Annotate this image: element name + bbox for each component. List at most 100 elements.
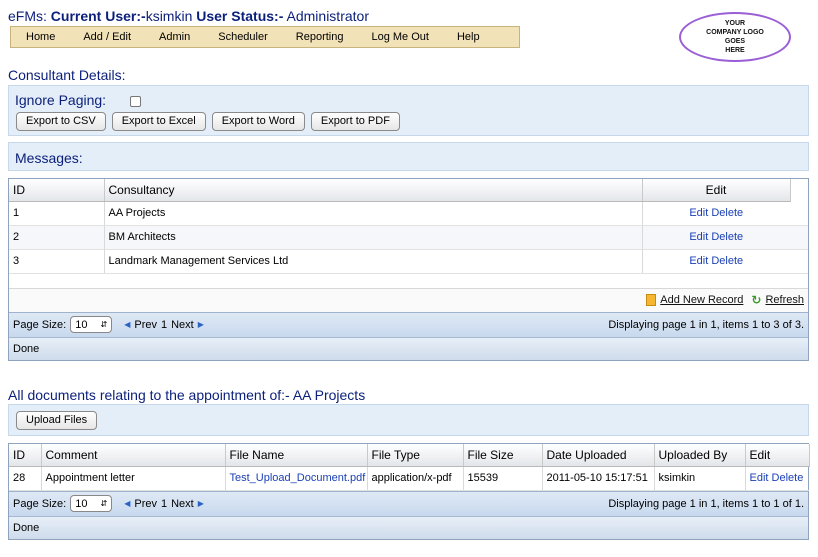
grid-spacer: [9, 273, 808, 288]
page-size-label: Page Size:: [13, 318, 67, 331]
page-size-value: 10: [75, 497, 88, 510]
delete-link[interactable]: Delete: [711, 231, 743, 243]
company-logo: YOUR COMPANY LOGO GOES HERE: [679, 12, 791, 62]
cell-file-type: application/x-pdf: [366, 466, 463, 491]
edit-link[interactable]: Edit: [689, 231, 708, 243]
export-excel-button[interactable]: Export to Excel: [111, 112, 206, 131]
cell-file-size: 15539: [462, 466, 542, 491]
col-header-consultancy[interactable]: Consultancy: [104, 179, 643, 202]
next-link[interactable]: Next: [171, 498, 194, 510]
page-size-select[interactable]: 10 ⇵: [70, 495, 113, 512]
table-row: 1 AA Projects Edit Delete: [9, 201, 808, 226]
prev-link[interactable]: Prev: [134, 319, 157, 331]
prev-arrow-icon: ◀: [124, 499, 131, 508]
menu-admin[interactable]: Admin: [145, 31, 204, 43]
menu-reporting[interactable]: Reporting: [282, 31, 358, 43]
page-size-select[interactable]: 10 ⇵: [70, 316, 113, 333]
messages-label: Messages:: [15, 150, 83, 166]
page-number[interactable]: 1: [161, 498, 167, 510]
export-csv-button[interactable]: Export to CSV: [16, 112, 106, 131]
page-size-value: 10: [75, 318, 88, 331]
col-header-id[interactable]: ID: [9, 444, 42, 467]
col-header-file-type[interactable]: File Type: [367, 444, 464, 467]
ignore-paging-checkbox[interactable]: [129, 95, 141, 107]
current-user: ksimkin: [145, 8, 193, 24]
cell-id: 28: [9, 466, 41, 491]
cell-file-name: Test_Upload_Document.pdf: [224, 466, 367, 491]
pager-info: Displaying page 1 in 1, items 1 to 3 of …: [608, 318, 804, 331]
logo-text-2: COMPANY LOGO: [706, 29, 764, 36]
pager-info: Displaying page 1 in 1, items 1 to 1 of …: [608, 497, 804, 510]
main-menu: Home Add / Edit Admin Scheduler Reportin…: [10, 26, 520, 48]
prev-link[interactable]: Prev: [134, 498, 157, 510]
scroll-gutter: [790, 225, 808, 250]
add-new-record-link[interactable]: Add New Record: [660, 294, 743, 306]
app-name: eFMs:: [8, 8, 47, 24]
col-header-file-name[interactable]: File Name: [225, 444, 368, 467]
export-pdf-button[interactable]: Export to PDF: [310, 112, 400, 131]
logo-text-3: GOES: [724, 38, 746, 45]
user-status-label: User Status:-: [196, 8, 284, 24]
menu-home[interactable]: Home: [11, 31, 69, 43]
page-size-label: Page Size:: [13, 497, 67, 510]
cell-actions: Edit Delete: [641, 225, 790, 250]
cell-comment: Appointment letter: [40, 466, 225, 491]
menu-log-me-out[interactable]: Log Me Out: [357, 31, 442, 43]
cell-id: 3: [9, 249, 104, 274]
next-arrow-icon: ▶: [197, 499, 204, 508]
table-row: 3 Landmark Management Services Ltd Edit …: [9, 249, 808, 274]
edit-link[interactable]: Edit: [750, 472, 769, 484]
documents-status: Done: [9, 515, 808, 539]
edit-link[interactable]: Edit: [689, 207, 708, 219]
cell-uploaded-by: ksimkin: [653, 466, 745, 491]
scroll-gutter: [790, 249, 808, 274]
edit-link[interactable]: Edit: [689, 255, 708, 267]
logo-text-1: YOUR: [724, 20, 746, 27]
refresh-link[interactable]: Refresh: [765, 294, 804, 306]
page-number[interactable]: 1: [161, 319, 167, 331]
consultant-details-title: Consultant Details:: [8, 67, 126, 83]
header-spacer: [790, 179, 808, 201]
logo-text-4: HERE: [725, 47, 745, 54]
col-header-uploaded-by[interactable]: Uploaded By: [654, 444, 746, 467]
select-arrows-icon: ⇵: [100, 320, 108, 329]
cell-actions: Edit Delete: [641, 201, 790, 226]
menu-scheduler[interactable]: Scheduler: [204, 31, 282, 43]
ignore-paging-label: Ignore Paging:: [15, 92, 107, 108]
delete-link[interactable]: Delete: [711, 207, 743, 219]
grid-command-bar: Add New Record ↻ Refresh: [9, 287, 808, 312]
grid-status: Done: [9, 336, 808, 360]
col-header-file-size[interactable]: File Size: [463, 444, 543, 467]
scroll-gutter: [790, 201, 808, 226]
upload-files-button[interactable]: Upload Files: [16, 411, 98, 430]
select-arrows-icon: ⇵: [100, 499, 108, 508]
grid-pager: Page Size: 10 ⇵ ◀ Prev 1 Next ▶ Displayi…: [9, 311, 808, 337]
next-link[interactable]: Next: [171, 319, 194, 331]
menu-help[interactable]: Help: [443, 31, 494, 43]
menu-add-edit[interactable]: Add / Edit: [69, 31, 145, 43]
user-status: Administrator: [286, 8, 369, 24]
cell-consultancy: Landmark Management Services Ltd: [103, 249, 642, 274]
current-user-label: Current User:-: [50, 8, 146, 24]
table-row: 2 BM Architects Edit Delete: [9, 225, 808, 250]
next-arrow-icon: ▶: [197, 320, 204, 329]
add-record-icon: [646, 294, 657, 306]
messages-panel: Messages:: [8, 142, 809, 171]
cell-actions: Edit Delete: [744, 466, 809, 491]
delete-link[interactable]: Delete: [772, 472, 804, 484]
cell-actions: Edit Delete: [641, 249, 790, 274]
cell-consultancy: AA Projects: [103, 201, 642, 226]
col-header-date-uploaded[interactable]: Date Uploaded: [542, 444, 655, 467]
file-name-link[interactable]: Test_Upload_Document.pdf: [230, 472, 366, 484]
table-row: 28 Appointment letter Test_Upload_Docume…: [9, 466, 809, 491]
export-word-button[interactable]: Export to Word: [211, 112, 305, 131]
export-panel: Ignore Paging: Export to CSV Export to E…: [8, 85, 809, 136]
delete-link[interactable]: Delete: [711, 255, 743, 267]
prev-arrow-icon: ◀: [124, 320, 131, 329]
documents-pager: Page Size: 10 ⇵ ◀ Prev 1 Next ▶ Displayi…: [9, 490, 808, 516]
consultancy-grid: ID Consultancy Edit 1 AA Projects Edit D…: [8, 178, 809, 361]
col-header-id[interactable]: ID: [9, 179, 105, 202]
col-header-comment[interactable]: Comment: [41, 444, 226, 467]
upload-panel: Upload Files: [8, 404, 809, 436]
col-header-edit: Edit: [642, 179, 791, 202]
